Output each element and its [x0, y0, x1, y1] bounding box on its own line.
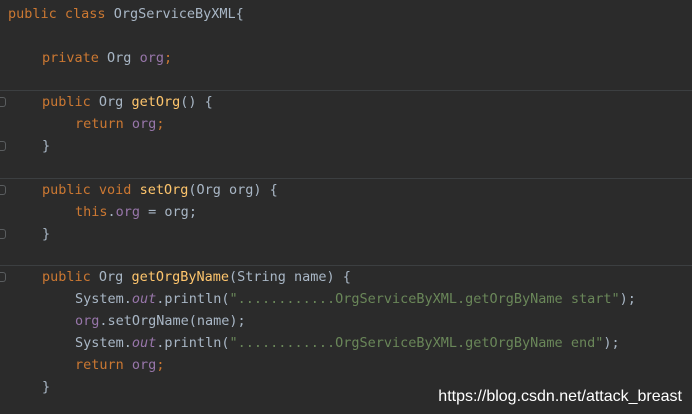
println-start-line: System.out.println("............OrgServi…: [75, 288, 636, 310]
type-name: Org: [107, 50, 132, 66]
code-editor[interactable]: public class OrgServiceByXML{ private Or…: [0, 0, 692, 414]
getorgbyname-return-line: return org;: [75, 354, 164, 376]
punctuation: () {: [180, 94, 213, 110]
field-name: org: [139, 50, 164, 66]
getorgbyname-close-line: }: [42, 376, 50, 398]
class-ref: System.: [75, 335, 132, 351]
setorgname-line: org.setOrgName(name);: [75, 310, 246, 332]
class-ref: System.: [75, 291, 132, 307]
brace: }: [42, 138, 51, 154]
watermark-text: https://blog.csdn.net/attack_breast: [438, 388, 682, 405]
method-call: .println(: [156, 291, 230, 307]
field-declaration-line: private Org org;: [42, 47, 172, 69]
method-call: .println(: [156, 335, 230, 351]
semicolon: ;: [163, 50, 173, 66]
string-literal: "............OrgServiceByXML.getOrgByNam…: [229, 291, 620, 307]
assignment: = org;: [140, 204, 197, 220]
fold-marker-icon[interactable]: [0, 229, 6, 239]
class-declaration-line: public class OrgServiceByXML{: [8, 3, 244, 25]
punctuation: );: [603, 335, 620, 351]
string-literal: "............OrgServiceByXML.getOrgByNam…: [229, 335, 604, 351]
class-name: OrgServiceByXML{: [113, 6, 244, 22]
keyword: return: [75, 116, 124, 132]
fold-marker-icon[interactable]: [0, 97, 6, 107]
brace: }: [42, 226, 51, 242]
field-name: org: [115, 204, 141, 220]
keyword: void: [98, 182, 132, 198]
field-name: org: [131, 116, 157, 132]
field-name: org: [131, 357, 157, 373]
println-end-line: System.out.println("............OrgServi…: [75, 332, 620, 354]
static-field: out: [131, 291, 157, 307]
fold-marker-icon[interactable]: [0, 185, 6, 195]
keyword: public: [42, 94, 91, 110]
setorg-close-line: }: [42, 223, 50, 245]
keyword: public: [42, 269, 91, 285]
getorgbyname-signature-line: public Org getOrgByName(String name) {: [42, 266, 351, 288]
keyword: public: [8, 6, 57, 22]
keyword: public: [42, 182, 91, 198]
dot: .: [107, 204, 116, 220]
semicolon: ;: [156, 357, 165, 373]
punctuation: );: [619, 291, 636, 307]
getorg-signature-line: public Org getOrg() {: [42, 91, 213, 113]
keyword: return: [75, 357, 124, 373]
method-name: setOrg: [139, 182, 189, 198]
method-name: getOrgByName: [131, 269, 229, 285]
method-call: .setOrgName(name);: [99, 313, 246, 329]
type-name: Org: [98, 94, 124, 110]
static-field: out: [131, 335, 157, 351]
method-name: getOrg: [131, 94, 181, 110]
fold-marker-icon[interactable]: [0, 272, 6, 282]
parameters: (String name) {: [229, 269, 351, 285]
keyword: this: [75, 204, 108, 220]
fold-marker-icon[interactable]: [0, 141, 6, 151]
semicolon: ;: [156, 116, 165, 132]
brace: }: [42, 379, 51, 395]
parameters: (Org org) {: [188, 182, 278, 198]
setorg-signature-line: public void setOrg(Org org) {: [42, 179, 278, 201]
field-name: org: [75, 313, 100, 329]
getorg-return-line: return org;: [75, 113, 164, 135]
getorg-close-line: }: [42, 135, 50, 157]
setorg-assign-line: this.org = org;: [75, 201, 197, 223]
keyword: private: [42, 50, 99, 66]
keyword: class: [64, 6, 106, 22]
type-name: Org: [98, 269, 124, 285]
